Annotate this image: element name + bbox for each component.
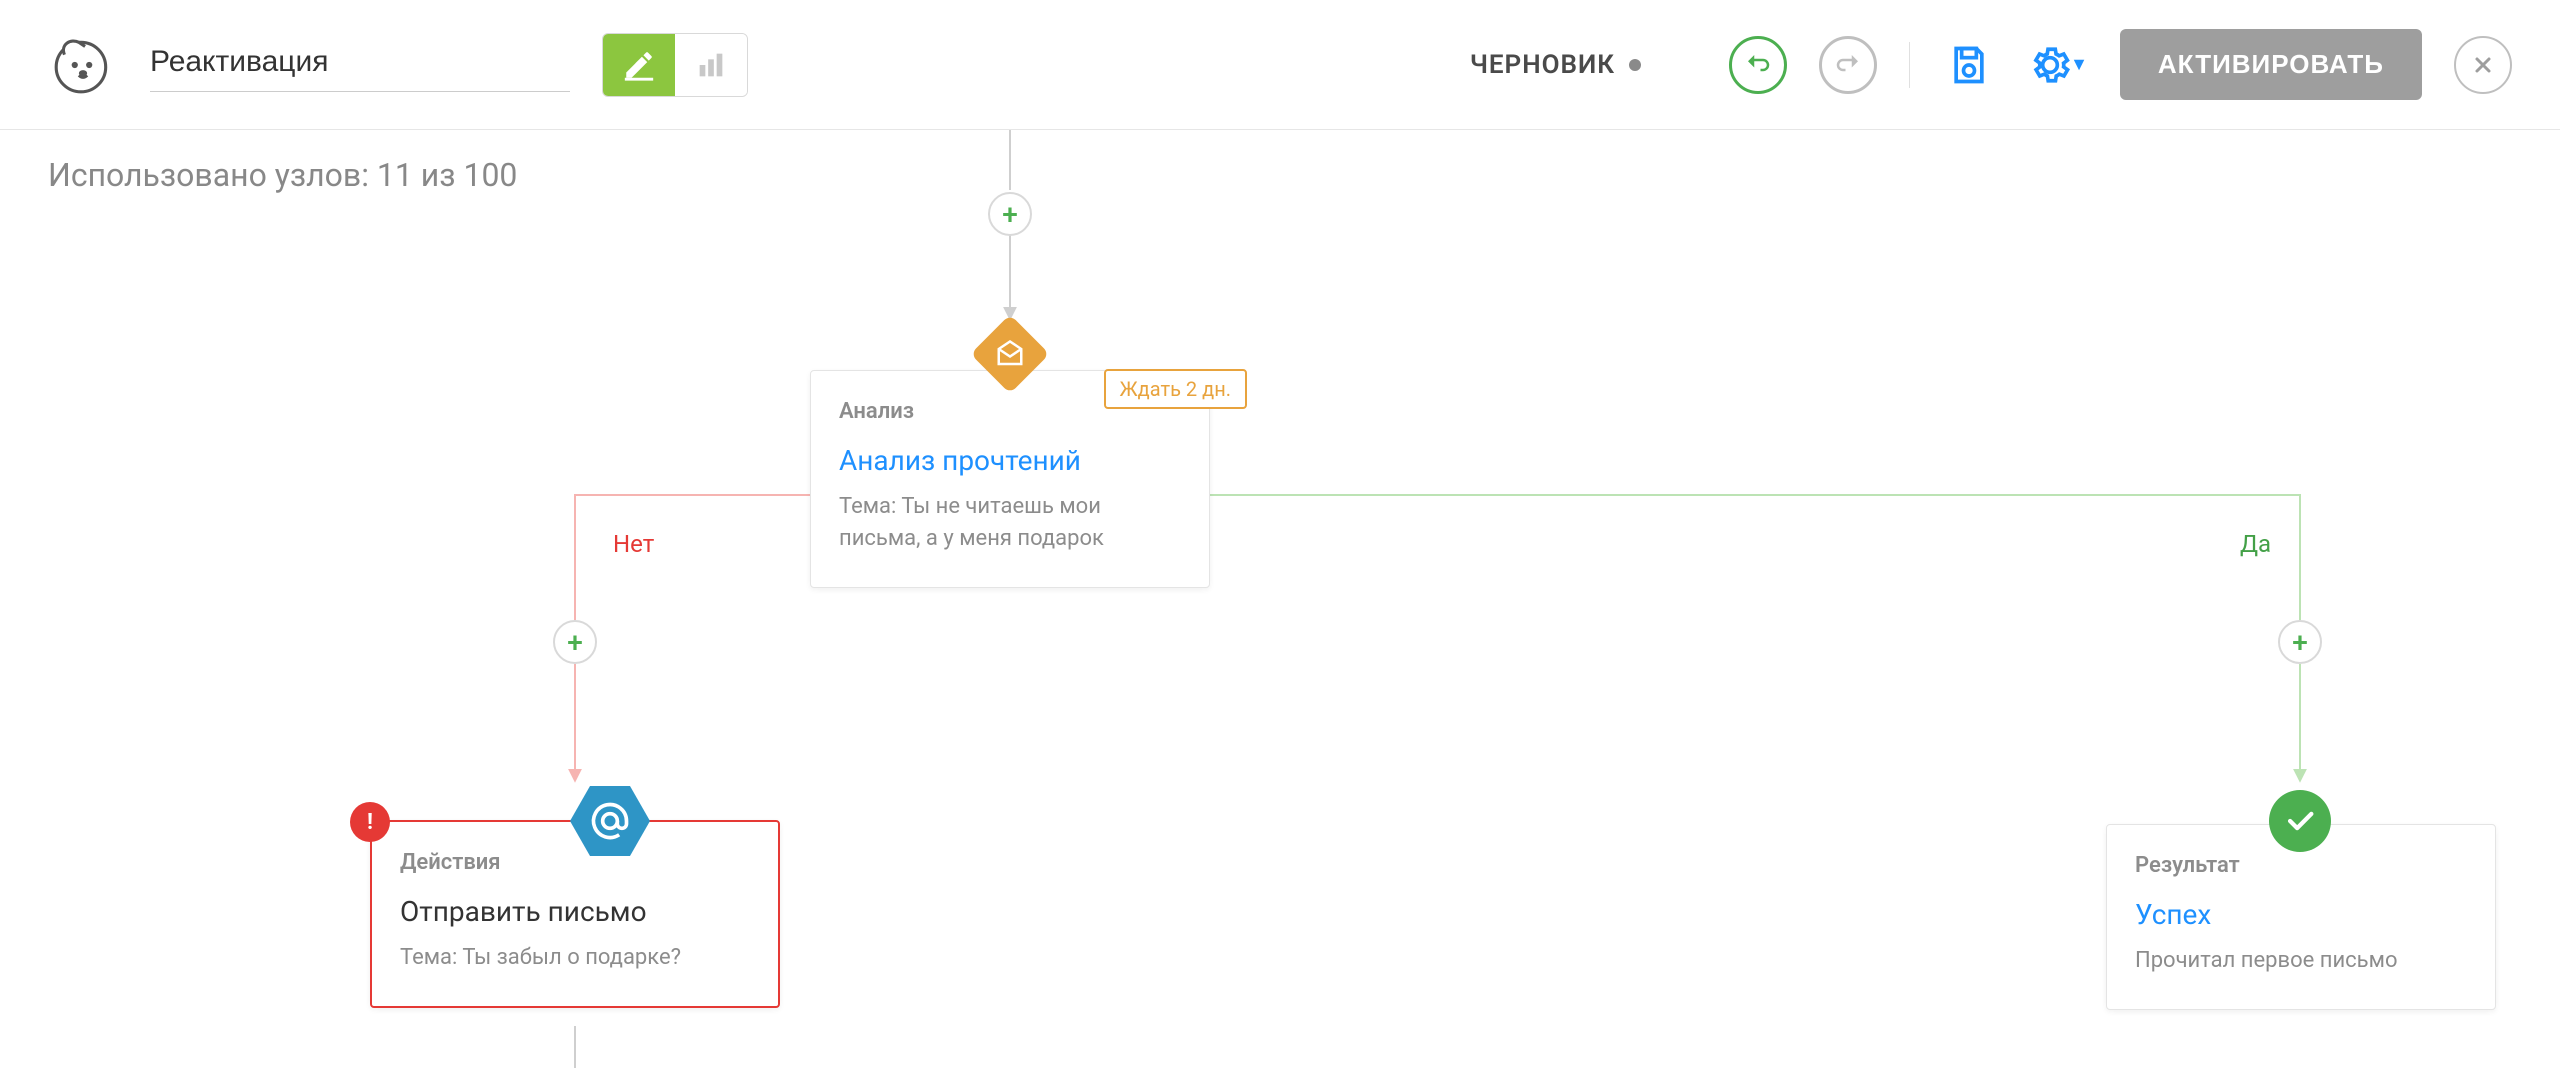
topbar: ЧЕРНОВИК ▼ АКТИВИРОВАТЬ: [0, 0, 2560, 130]
separator: [1909, 42, 1910, 88]
card-title-link[interactable]: Анализ прочтений: [839, 444, 1081, 477]
mode-toggle: [602, 33, 748, 97]
mail-open-icon: [995, 339, 1025, 369]
at-icon: [588, 799, 632, 843]
activate-button[interactable]: АКТИВИРОВАТЬ: [2120, 29, 2422, 100]
logo: [48, 30, 118, 100]
card-subtitle: Тема: Ты не читаешь мои письма, а у меня…: [839, 491, 1181, 555]
save-icon: [1947, 43, 1991, 87]
add-node-button[interactable]: +: [988, 192, 1032, 236]
close-button[interactable]: [2454, 36, 2512, 94]
undo-button[interactable]: [1729, 36, 1787, 94]
bar-chart-icon: [694, 48, 728, 82]
card-subtitle: Прочитал первое письмо: [2135, 945, 2467, 977]
status-label: ЧЕРНОВИК: [1470, 50, 1641, 80]
status-dot-icon: [1629, 59, 1641, 71]
card-title-link[interactable]: Отправить письмо: [400, 895, 647, 928]
card-subtitle: Тема: Ты забыл о подарке?: [400, 942, 750, 974]
chevron-down-icon: ▼: [2070, 54, 2088, 75]
mode-stats-button[interactable]: [675, 34, 747, 96]
node-usage-label: Использовано узлов: 11 из 100: [48, 156, 517, 194]
check-icon: [2283, 804, 2317, 838]
gear-icon: [2028, 43, 2072, 87]
card-type: Действия: [400, 850, 750, 875]
campaign-title-input[interactable]: [150, 37, 570, 92]
card-type: Результат: [2135, 853, 2467, 878]
card-title-link[interactable]: Успех: [2135, 898, 2211, 931]
add-node-button[interactable]: +: [2278, 620, 2322, 664]
add-node-button[interactable]: +: [553, 620, 597, 664]
flow-canvas[interactable]: Использовано узлов: 11 из 100 + + + Нет …: [0, 130, 2560, 1068]
settings-button[interactable]: ▼: [2028, 38, 2088, 92]
branch-label-no: Нет: [613, 530, 654, 558]
redo-icon: [1833, 50, 1863, 80]
result-node-icon: [2269, 790, 2331, 852]
redo-button[interactable]: [1819, 36, 1877, 94]
save-button[interactable]: [1942, 38, 1996, 92]
undo-icon: [1743, 50, 1773, 80]
error-badge: !: [350, 802, 390, 842]
action-card[interactable]: Действия Отправить письмо Тема: Ты забыл…: [370, 820, 780, 1008]
mode-edit-button[interactable]: [603, 34, 675, 96]
analysis-card[interactable]: Ждать 2 дн. Анализ Анализ прочтений Тема…: [810, 370, 1210, 588]
pencil-icon: [622, 48, 656, 82]
branch-label-yes: Да: [2240, 530, 2271, 558]
status-text: ЧЕРНОВИК: [1470, 50, 1615, 80]
wait-tag: Ждать 2 дн.: [1104, 369, 1247, 409]
close-icon: [2471, 53, 2495, 77]
